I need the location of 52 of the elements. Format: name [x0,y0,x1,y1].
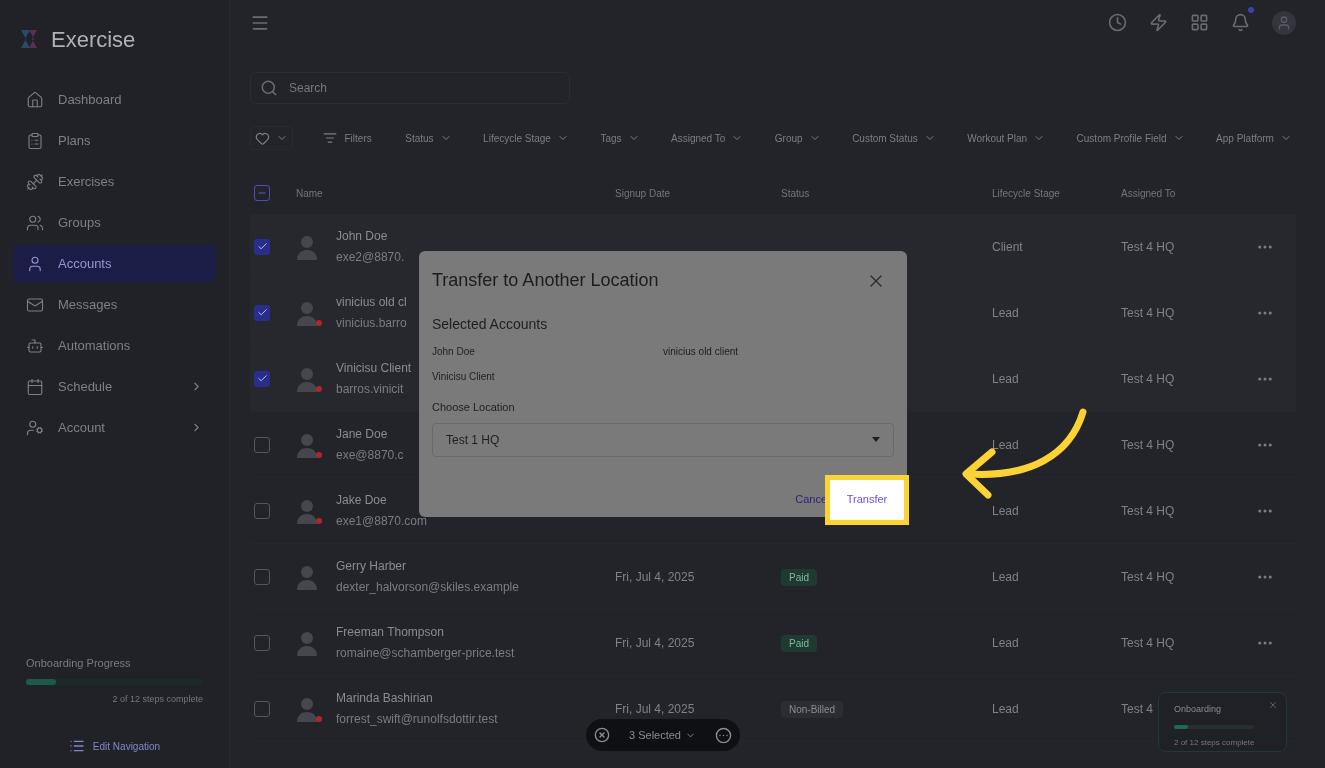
selected-account: vinicius old client [663,345,739,359]
account-email: romaine@schamberger-price.test [336,645,515,662]
account-name: John Doe [336,228,388,245]
assigned-to: Test 4 HQ [1121,436,1175,454]
assigned-to: Test 4 HQ [1121,238,1175,256]
column-header: Status [781,186,810,201]
status-badge: Paid [781,568,817,586]
account-name: Freeman Thompson [336,624,444,641]
signup-date: Fri, Jul 4, 2025 [615,701,695,716]
lifecycle-stage: Lead [992,304,1019,322]
assigned-to: Test 4 HQ [1121,568,1175,586]
lifecycle-stage: Lead [992,700,1019,718]
progress-title: Onboarding Progress [26,656,132,671]
account-name: Jane Doe [336,426,388,443]
assigned-to: Test 4 HQ [1121,370,1175,388]
account-email: exe1@8870.com [336,513,427,530]
assigned-to: Test 4 HQ [1121,634,1175,652]
account-email: barros.vinicit [336,381,404,398]
account-email: dexter_halvorson@skiles.example [336,579,519,596]
account-name: Gerry Harber [336,558,406,575]
account-email: exe@8870.c [336,447,404,464]
lifecycle-stage: Client [992,238,1023,256]
assigned-to: Test 4 [1121,700,1153,718]
column-header: Signup Date [615,186,671,201]
account-email: exe2@8870. [336,249,405,266]
progress-caption: 2 of 12 steps complete [111,692,203,706]
app-name: Exercise [51,25,136,54]
status-badge: Paid [781,634,817,652]
selected-account: Vinicisu Client [432,370,495,384]
account-name: vinicius old cl [336,294,407,311]
location-label: Choose Location [432,400,516,415]
account-name: Jake Doe [336,492,387,509]
account-email: forrest_swift@runolfsdottir.test [336,711,498,728]
assigned-to: Test 4 HQ [1121,304,1175,322]
lifecycle-stage: Lead [992,502,1019,520]
section-title: Selected Accounts [432,315,549,334]
assigned-to: Test 4 HQ [1121,502,1175,520]
column-header: Assigned To [1121,186,1176,201]
account-name: Marinda Bashirian [336,690,433,707]
selected-account: John Doe [432,345,475,359]
lifecycle-stage: Lead [992,568,1019,586]
signup-date: Fri, Jul 4, 2025 [615,569,695,584]
account-name: Vinicisu Client [336,360,412,377]
lifecycle-stage: Lead [992,634,1019,652]
onboarding-title: Onboarding [1174,703,1223,716]
signup-date: Fri, Jul 4, 2025 [615,635,695,650]
column-header: Name [296,186,323,201]
lifecycle-stage: Lead [992,370,1019,388]
column-header: Lifecycle Stage [992,186,1060,201]
status-badge: Non-Billed [781,700,844,718]
lifecycle-stage: Lead [992,436,1019,454]
account-email: vinicius.barro [336,315,407,332]
